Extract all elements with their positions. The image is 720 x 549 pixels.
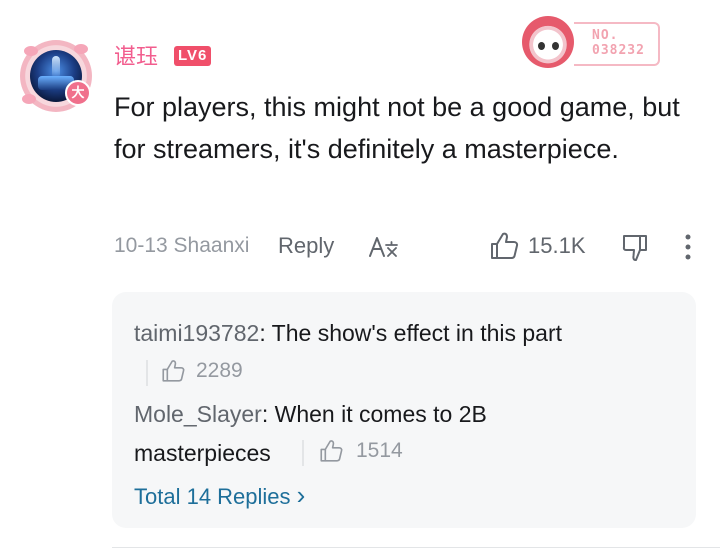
reply-like-count: 1514 xyxy=(356,439,403,462)
avatar-frame-decoration xyxy=(22,94,36,104)
avatar-frame-decoration xyxy=(24,46,38,56)
thumbs-up-icon[interactable] xyxy=(318,438,344,464)
reply-item[interactable]: Mole_Slayer: When it comes to 2B xyxy=(134,397,674,431)
view-all-replies-link[interactable]: Total 14 Replies › xyxy=(134,480,305,512)
medal-character-icon xyxy=(522,16,574,68)
reply-button[interactable]: Reply xyxy=(278,232,334,260)
chevron-right-icon: › xyxy=(296,480,306,510)
level-badge: LV6 xyxy=(174,46,212,66)
username[interactable]: 谌珏 xyxy=(114,44,158,70)
avatar-frame-decoration xyxy=(74,44,88,54)
medal-number: NO. 038232 xyxy=(592,28,645,58)
thumbs-up-icon[interactable] xyxy=(488,230,520,262)
reply-username[interactable]: Mole_Slayer xyxy=(134,401,262,427)
total-replies-label: Total 14 Replies xyxy=(134,484,291,509)
comment-date-location: 10-13 Shaanxi xyxy=(114,234,250,257)
comment-text: For players, this might not be a good ga… xyxy=(114,92,680,164)
like-count: 15.1K xyxy=(528,233,586,258)
reply-text-continued: masterpieces xyxy=(134,440,271,466)
divider xyxy=(146,360,148,386)
thumbs-up-icon[interactable] xyxy=(160,358,186,384)
reply-like-count: 2289 xyxy=(196,359,243,382)
translate-icon[interactable] xyxy=(368,234,400,260)
divider xyxy=(112,547,720,548)
avatar[interactable]: 大 xyxy=(20,40,92,112)
divider xyxy=(302,440,304,466)
reply-username[interactable]: taimi193782 xyxy=(134,320,259,346)
reply-text: : The show's effect in this part xyxy=(259,320,563,346)
more-vertical-icon[interactable] xyxy=(680,232,696,262)
reply-item[interactable]: taimi193782: The show's effect in this p… xyxy=(134,316,562,350)
avatar-badge: 大 xyxy=(65,80,91,106)
fan-medal[interactable]: NO. 038232 xyxy=(522,14,662,72)
thumbs-down-icon[interactable] xyxy=(620,232,652,264)
reply-text: : When it comes to 2B xyxy=(261,401,487,427)
